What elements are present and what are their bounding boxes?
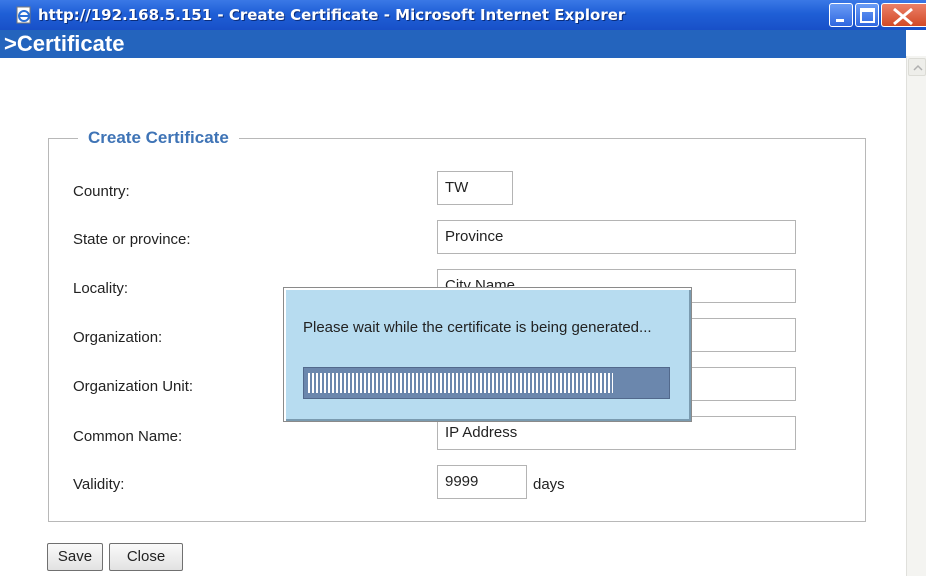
minimize-button[interactable] xyxy=(829,3,853,27)
close-button[interactable]: Close xyxy=(109,543,183,571)
header-spacer xyxy=(0,58,906,86)
country-input[interactable]: TW xyxy=(437,171,513,205)
header-band: >Certificate xyxy=(0,30,906,58)
organization-unit-label: Organization Unit: xyxy=(73,378,194,395)
page-header: >Certificate xyxy=(0,30,906,86)
common-name-label: Common Name: xyxy=(73,428,183,445)
scroll-up-button[interactable] xyxy=(908,58,926,76)
progress-bar-fill xyxy=(308,373,613,393)
window-titlebar[interactable]: http://192.168.5.151 - Create Certificat… xyxy=(0,0,926,30)
save-button[interactable]: Save xyxy=(47,543,103,571)
progress-bar xyxy=(303,367,670,399)
close-window-button[interactable] xyxy=(881,3,926,27)
vertical-scrollbar[interactable] xyxy=(906,56,926,576)
minimize-icon xyxy=(836,19,844,22)
validity-unit: days xyxy=(533,476,565,493)
close-icon xyxy=(893,7,913,26)
fieldset-legend: Create Certificate xyxy=(78,128,239,148)
validity-label: Validity: xyxy=(73,476,125,493)
state-label: State or province: xyxy=(73,231,191,248)
organization-label: Organization: xyxy=(73,329,163,346)
state-input[interactable]: Province xyxy=(437,220,796,254)
locality-label: Locality: xyxy=(73,280,129,297)
ie-page-icon xyxy=(14,5,34,25)
dialog-message: Please wait while the certificate is bei… xyxy=(303,319,652,336)
country-label: Country: xyxy=(73,183,130,200)
generating-dialog: Please wait while the certificate is bei… xyxy=(283,287,692,422)
chevron-up-icon xyxy=(913,64,923,71)
validity-input[interactable]: 9999 xyxy=(437,465,527,499)
maximize-button[interactable] xyxy=(855,3,879,27)
maximize-icon xyxy=(860,8,875,23)
page-title: >Certificate xyxy=(4,31,125,56)
window-title: http://192.168.5.151 - Create Certificat… xyxy=(38,6,626,24)
